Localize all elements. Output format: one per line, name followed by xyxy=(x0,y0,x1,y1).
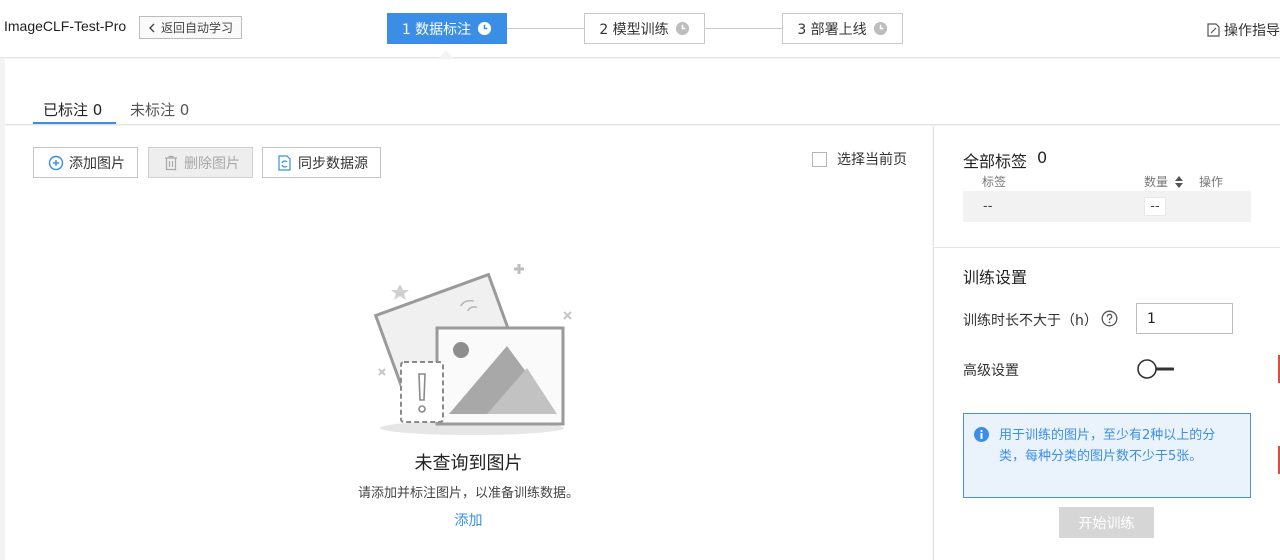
step-label: 1 数据标注 xyxy=(401,21,472,38)
step-data-labeling[interactable]: 1 数据标注 xyxy=(387,13,507,44)
label-column-header: 标签 xyxy=(982,175,1007,189)
empty-images-illustration xyxy=(373,264,572,435)
step-label: 2 模型训练 xyxy=(599,21,669,38)
labels-and-training-panel: 全部标签 0 标签 数量 操作 -- -- 训练设置 训练时长不大于（h） 高级… xyxy=(933,126,1280,560)
training-settings-title: 训练设置 xyxy=(963,268,1028,287)
sort-icon[interactable] xyxy=(1174,176,1183,188)
training-requirements-notice: 用于训练的图片，至少有2种以上的分类，每种分类的图片数不少于5张。 xyxy=(963,413,1251,498)
app-title: ImageCLF-Test-Pro xyxy=(4,18,127,34)
step-deploy[interactable]: 3 部署上线 xyxy=(782,13,903,44)
select-page-checkbox[interactable] xyxy=(812,151,827,167)
step-label: 3 部署上线 xyxy=(797,21,867,38)
label-name-cell: -- xyxy=(983,199,993,214)
operation-guide-link[interactable]: 操作指导 xyxy=(1207,20,1280,40)
section-divider xyxy=(934,247,1280,248)
add-image-label: 添加图片 xyxy=(69,155,125,172)
clock-icon xyxy=(873,21,887,36)
help-icon[interactable] xyxy=(1101,310,1118,327)
notice-text: 用于训练的图片，至少有2种以上的分类，每种分类的图片数不少于5张。 xyxy=(999,428,1216,464)
back-button-label: 返回自动学习 xyxy=(161,21,234,35)
label-count-cell: -- xyxy=(1144,197,1166,216)
active-tab-indicator xyxy=(33,122,116,124)
add-link-label: 添加 xyxy=(454,513,483,529)
empty-state-subtitle: 请添加并标注图片，以准备训练数据。 xyxy=(357,486,579,501)
sync-doc-icon xyxy=(278,154,291,171)
start-training-label: 开始训练 xyxy=(1078,515,1135,532)
delete-image-label: 删除图片 xyxy=(184,155,240,172)
chevron-left-icon xyxy=(149,23,155,32)
step-model-training[interactable]: 2 模型训练 xyxy=(584,13,705,44)
training-duration-label: 训练时长不大于（h） xyxy=(963,313,1098,329)
all-labels-header: 全部标签 0 xyxy=(963,148,1047,172)
edit-doc-icon xyxy=(1207,23,1220,37)
delete-image-button[interactable]: 删除图片 xyxy=(148,147,253,178)
sync-datasource-button[interactable]: 同步数据源 xyxy=(262,147,381,178)
clock-icon xyxy=(675,21,689,36)
label-status-tabs: 已标注 0 未标注 0 xyxy=(5,59,1280,125)
training-duration-input[interactable] xyxy=(1136,303,1233,334)
add-image-button[interactable]: 添加图片 xyxy=(33,147,138,178)
clock-icon xyxy=(478,21,492,36)
tab-unlabeled[interactable]: 未标注 0 xyxy=(130,99,189,120)
count-column-header[interactable]: 数量 xyxy=(1144,173,1183,190)
all-labels-title: 全部标签 xyxy=(963,152,1028,171)
active-step-caret xyxy=(438,50,454,59)
advanced-settings-toggle[interactable] xyxy=(1136,358,1174,380)
action-column-header: 操作 xyxy=(1199,175,1224,189)
start-training-button[interactable]: 开始训练 xyxy=(1059,507,1154,538)
top-bar: ImageCLF-Test-Pro 返回自动学习 1 数据标注 2 模型训练 3… xyxy=(0,0,1280,58)
count-column-label: 数量 xyxy=(1144,175,1169,189)
empty-state-add-link[interactable]: 添加 xyxy=(5,510,932,530)
plus-circle-icon xyxy=(48,155,64,170)
step-connector xyxy=(507,28,584,29)
empty-state-title: 未查询到图片 xyxy=(414,453,523,474)
all-labels-count: 0 xyxy=(1037,148,1048,167)
step-connector xyxy=(705,28,782,29)
guide-label: 操作指导 xyxy=(1224,23,1280,39)
advanced-settings-label: 高级设置 xyxy=(963,363,1019,379)
sync-datasource-label: 同步数据源 xyxy=(298,155,368,172)
label-row: -- -- xyxy=(963,191,1251,222)
tab-labeled[interactable]: 已标注 0 xyxy=(43,99,102,120)
back-to-automl-button[interactable]: 返回自动学习 xyxy=(139,16,242,39)
info-icon xyxy=(974,427,989,442)
select-current-page[interactable]: 选择当前页 xyxy=(812,149,907,169)
image-list-panel: 添加图片 删除图片 同步数据源 选择当前页 未查询到图片 请添加并标注图片，以准… xyxy=(5,126,932,560)
trash-icon xyxy=(165,155,177,170)
select-page-label: 选择当前页 xyxy=(837,152,907,168)
